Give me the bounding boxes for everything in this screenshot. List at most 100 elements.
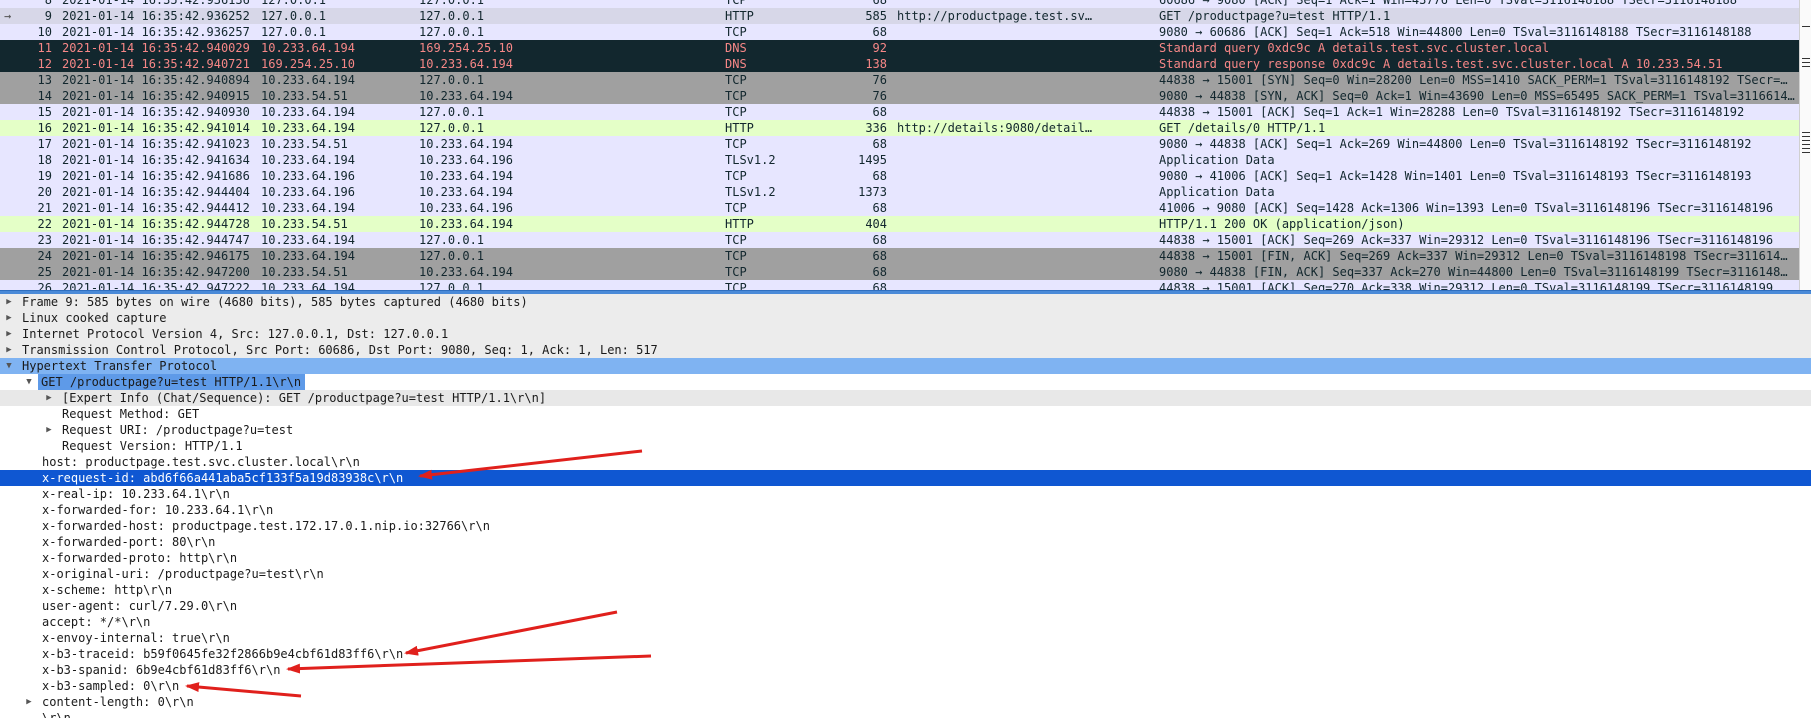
packet-time: 2021-01-14 16:35:42.944747 (62, 233, 250, 247)
packet-len: 1495 (858, 153, 887, 167)
packet-row[interactable]: 19 2021-01-14 16:35:42.941686 10.233.64.19… (0, 168, 1800, 184)
packet-time: 2021-01-14 16:35:42.944404 (62, 185, 250, 199)
detail-row[interactable]: x-forwarded-host: productpage.test.172.1… (0, 518, 1811, 534)
detail-row[interactable]: ▼ Hypertext Transfer Protocol (0, 358, 1811, 374)
packet-row[interactable]: 17 2021-01-14 16:35:42.941023 10.233.54.51… (0, 136, 1800, 152)
packet-no: 21 (37, 201, 52, 215)
detail-row[interactable]: x-envoy-internal: true\r\n (0, 630, 1811, 646)
triangle-right-icon[interactable]: ▶ (4, 294, 14, 310)
detail-row[interactable]: x-forwarded-for: 10.233.64.1\r\n (0, 502, 1811, 518)
detail-row[interactable]: ▼ GET /productpage?u=test HTTP/1.1\r\n (0, 374, 1811, 390)
triangle-right-icon[interactable]: ▶ (4, 326, 14, 342)
detail-row[interactable]: ▶ [Expert Info (Chat/Sequence): GET /prod… (0, 390, 1811, 406)
packet-dst: 10.233.64.194 (419, 137, 513, 151)
detail-row[interactable]: x-b3-sampled: 0\r\n (0, 678, 1811, 694)
packet-time: 2021-01-14 16:35:42.940930 (62, 105, 250, 119)
triangle-down-icon[interactable]: ▼ (4, 358, 14, 374)
detail-row[interactable]: x-real-ip: 10.233.64.1\r\n (0, 486, 1811, 502)
packet-no: 25 (37, 265, 52, 279)
packet-row[interactable]: 16 2021-01-14 16:35:42.941014 10.233.64.19… (0, 120, 1800, 136)
packet-time: 2021-01-14 16:35:42.941686 (62, 169, 250, 183)
packet-no: 14 (37, 89, 52, 103)
packet-details-tree[interactable]: ▶ Frame 9: 585 bytes on wire (4680 bits),… (0, 294, 1811, 718)
packet-len: 68 (872, 201, 887, 215)
packet-time: 2021-01-14 16:35:42.947200 (62, 265, 250, 279)
packet-row[interactable]: 23 2021-01-14 16:35:42.944747 10.233.64.19… (0, 232, 1800, 248)
detail-row[interactable]: ▶ Linux cooked capture (0, 310, 1811, 326)
packet-row[interactable]: 26 2021-01-14 16:35:42.947222 10.233.64.19… (0, 280, 1800, 290)
detail-text: Linux cooked capture (22, 311, 167, 325)
detail-row[interactable]: x-forwarded-proto: http\r\n (0, 550, 1811, 566)
packet-row[interactable]: 22 2021-01-14 16:35:42.944728 10.233.54.51… (0, 216, 1800, 232)
packet-row[interactable]: → 9 2021-01-14 16:35:42.936252 127.0.0.1 127… (0, 8, 1800, 24)
packet-row[interactable]: 18 2021-01-14 16:35:42.941634 10.233.64.19… (0, 152, 1800, 168)
packet-info: 9080 → 44838 [FIN, ACK] Seq=337 Ack=270 … (1159, 265, 1788, 279)
detail-row[interactable]: ▶ content-length: 0\r\n (0, 694, 1811, 710)
triangle-right-icon[interactable]: ▶ (44, 390, 54, 406)
packet-list[interactable]: 8 2021-01-14 16:35:42.936136 127.0.0.1 127.… (0, 0, 1811, 290)
detail-row[interactable]: ▶ Request URI: /productpage?u=test (0, 422, 1811, 438)
packet-row[interactable]: 10 2021-01-14 16:35:42.936257 127.0.0.1 127… (0, 24, 1800, 40)
detail-row[interactable]: \r\n (0, 710, 1811, 718)
packet-no: 9 (44, 9, 52, 23)
packet-src: 10.233.64.194 (261, 73, 355, 87)
detail-row[interactable]: x-b3-traceid: b59f0645fe32f2866b9e4cbf61… (0, 646, 1811, 662)
packet-row[interactable]: 24 2021-01-14 16:35:42.946175 10.233.64.19… (0, 248, 1800, 264)
triangle-right-icon[interactable]: ▶ (44, 422, 54, 438)
packet-no: 16 (37, 121, 52, 135)
packet-no: 18 (37, 153, 52, 167)
packet-dst: 127.0.0.1 (419, 0, 485, 7)
detail-row[interactable]: x-b3-spanid: 6b9e4cbf61d83ff6\r\n (0, 662, 1811, 678)
detail-row[interactable]: host: productpage.test.svc.cluster.local… (0, 454, 1811, 470)
detail-row[interactable]: x-scheme: http\r\n (0, 582, 1811, 598)
packet-info: 44838 → 15001 [FIN, ACK] Seq=269 Ack=337… (1159, 249, 1788, 263)
triangle-right-icon[interactable]: ▶ (4, 310, 14, 326)
triangle-right-icon[interactable]: ▶ (4, 342, 14, 358)
triangle-down-icon[interactable]: ▼ (24, 374, 34, 390)
packet-dst: 127.0.0.1 (419, 233, 485, 247)
arrow-right-icon: → (4, 9, 12, 23)
detail-row[interactable]: user-agent: curl/7.29.0\r\n (0, 598, 1811, 614)
detail-row[interactable]: x-request-id: abd6f66a441aba5cf133f5a19d… (0, 470, 1811, 486)
packet-dst: 127.0.0.1 (419, 105, 485, 119)
detail-row[interactable]: Request Method: GET (0, 406, 1811, 422)
packet-len: 68 (872, 105, 887, 119)
packet-proto: HTTP (725, 217, 754, 231)
detail-text: host: productpage.test.svc.cluster.local… (42, 455, 360, 469)
packet-time: 2021-01-14 16:35:42.936257 (62, 25, 250, 39)
packet-row[interactable]: 13 2021-01-14 16:35:42.940894 10.233.64.19… (0, 72, 1800, 88)
packet-no: 15 (37, 105, 52, 119)
packet-dst: 10.233.64.194 (419, 57, 513, 71)
triangle-right-icon[interactable]: ▶ (24, 694, 34, 710)
packet-time: 2021-01-14 16:35:42.941014 (62, 121, 250, 135)
packet-proto: TCP (725, 137, 747, 151)
packet-list-scrollbar[interactable] (1799, 0, 1811, 290)
packet-row[interactable]: 8 2021-01-14 16:35:42.936136 127.0.0.1 127.… (0, 0, 1800, 8)
detail-row[interactable]: accept: */*\r\n (0, 614, 1811, 630)
detail-row[interactable]: ▶ Transmission Control Protocol, Src Port… (0, 342, 1811, 358)
packet-info: GET /details/0 HTTP/1.1 (1159, 121, 1326, 135)
packet-row[interactable]: 11 2021-01-14 16:35:42.940029 10.233.64.19… (0, 40, 1800, 56)
detail-row[interactable]: x-original-uri: /productpage?u=test\r\n (0, 566, 1811, 582)
detail-row[interactable]: ▶ Internet Protocol Version 4, Src: 127.0… (0, 326, 1811, 342)
packet-proto: TCP (725, 169, 747, 183)
packet-row[interactable]: 25 2021-01-14 16:35:42.947200 10.233.54.51… (0, 264, 1800, 280)
packet-row[interactable]: 21 2021-01-14 16:35:42.944412 10.233.64.19… (0, 200, 1800, 216)
detail-row[interactable]: Request Version: HTTP/1.1 (0, 438, 1811, 454)
packet-no: 23 (37, 233, 52, 247)
packet-row[interactable]: 15 2021-01-14 16:35:42.940930 10.233.64.19… (0, 104, 1800, 120)
packet-time: 2021-01-14 16:35:42.946175 (62, 249, 250, 263)
packet-row[interactable]: 20 2021-01-14 16:35:42.944404 10.233.64.19… (0, 184, 1800, 200)
packet-dst: 127.0.0.1 (419, 73, 485, 87)
packet-dst: 10.233.64.194 (419, 185, 513, 199)
packet-src: 10.233.64.196 (261, 185, 355, 199)
packet-info: 44838 → 15001 [ACK] Seq=269 Ack=337 Win=… (1159, 233, 1774, 247)
packet-time: 2021-01-14 16:35:42.940721 (62, 57, 250, 71)
detail-row[interactable]: x-forwarded-port: 80\r\n (0, 534, 1811, 550)
packet-proto: TCP (725, 265, 747, 279)
detail-row[interactable]: ▶ Frame 9: 585 bytes on wire (4680 bits),… (0, 294, 1811, 310)
packet-row[interactable]: 12 2021-01-14 16:35:42.940721 169.254.25.1… (0, 56, 1800, 72)
packet-row[interactable]: 14 2021-01-14 16:35:42.940915 10.233.54.51… (0, 88, 1800, 104)
packet-len: 68 (872, 25, 887, 39)
detail-text: x-scheme: http\r\n (42, 583, 173, 597)
